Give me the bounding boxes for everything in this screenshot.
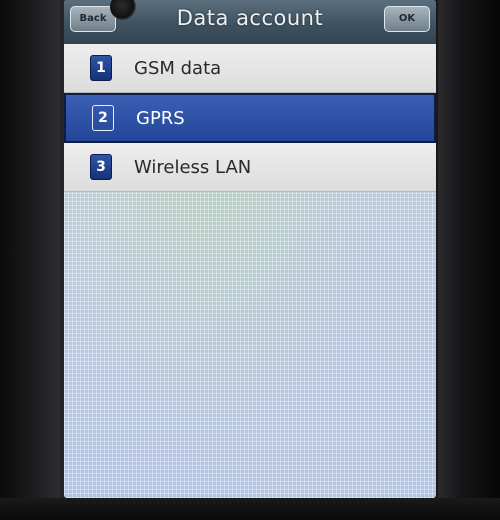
data-account-list: 1 GSM data 2 GPRS 3 Wireless LAN: [64, 44, 436, 192]
device-bezel-right: [438, 0, 500, 520]
list-item-label: Wireless LAN: [134, 156, 252, 178]
phone-screen: Back Data account OK 1 GSM data 2 GPRS 3…: [64, 0, 436, 498]
device-photo: Back Data account OK 1 GSM data 2 GPRS 3…: [0, 0, 500, 520]
list-item-label: GSM data: [134, 57, 222, 79]
number-three-icon: 3: [90, 154, 112, 180]
ok-button[interactable]: OK: [384, 6, 430, 32]
device-bezel-left: [0, 0, 60, 520]
list-item-gsm-data[interactable]: 1 GSM data: [64, 44, 436, 93]
device-bezel-bottom: [0, 498, 500, 520]
title-bar: Back Data account OK: [64, 0, 436, 45]
number-one-icon: 1: [90, 55, 112, 81]
number-two-icon: 2: [92, 105, 114, 131]
list-item-gprs[interactable]: 2 GPRS: [64, 93, 436, 143]
list-item-label: GPRS: [136, 107, 185, 129]
list-item-wireless-lan[interactable]: 3 Wireless LAN: [64, 143, 436, 192]
